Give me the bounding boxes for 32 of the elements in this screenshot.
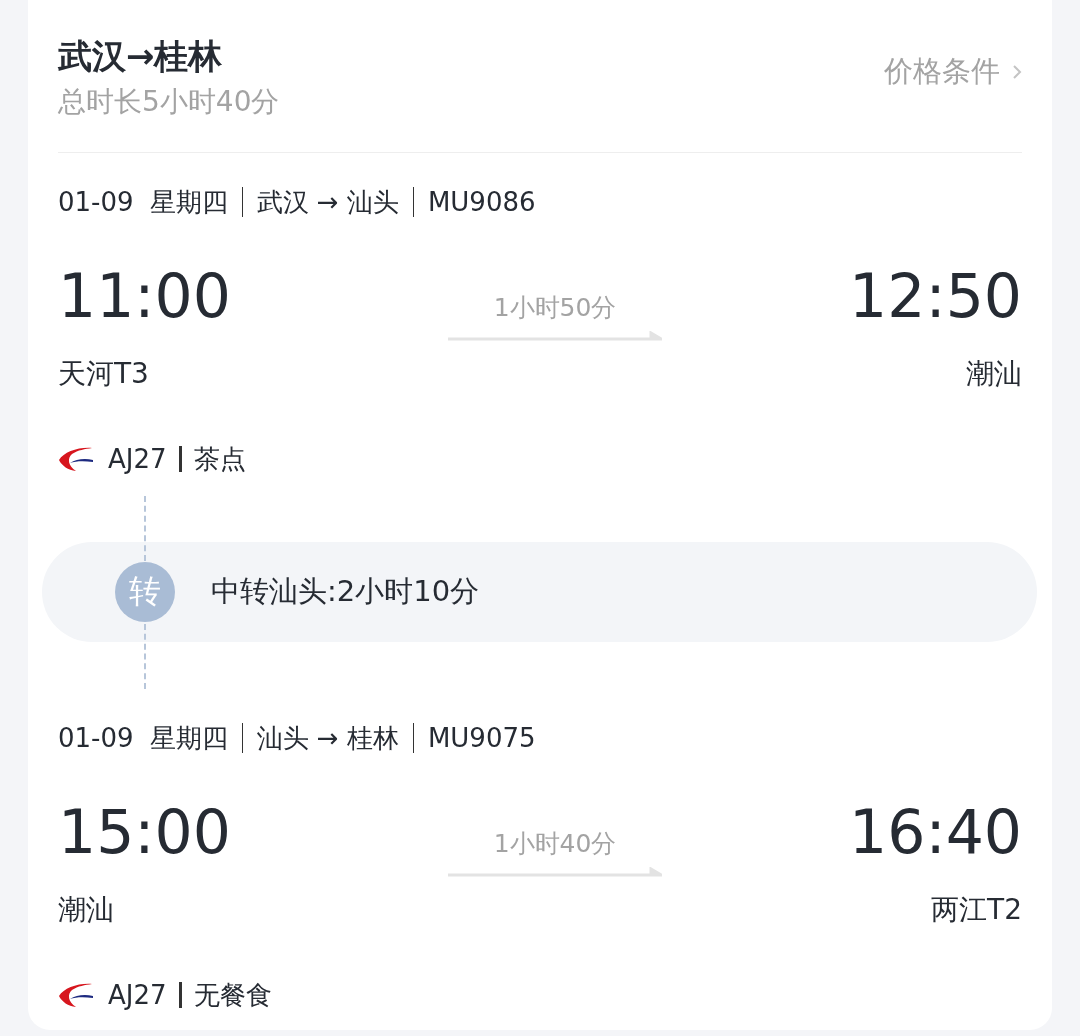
flight-date: 01-09 <box>58 722 134 755</box>
meal-info: 无餐食 <box>193 979 272 1012</box>
arrival-time: 16:40 <box>849 796 1022 869</box>
weekday: 星期四 <box>149 186 228 219</box>
flight-duration: 1小时50分 <box>493 292 617 324</box>
chevron-right-icon <box>1012 63 1022 81</box>
departure-time: 11:00 <box>58 260 231 333</box>
arrow-icon <box>448 867 662 877</box>
flight-number: MU9075 <box>427 722 536 755</box>
transfer-badge: 转 <box>115 562 175 622</box>
departure-airport: 天河T3 <box>58 356 149 392</box>
flight-route: 汕头 → 桂林 <box>256 722 399 755</box>
arrival-time: 12:50 <box>849 260 1022 333</box>
flight-duration: 1小时40分 <box>493 828 617 860</box>
price-conditions-link[interactable]: 价格条件 <box>884 52 1022 92</box>
aircraft-type: AJ27 <box>108 443 167 476</box>
departure-time: 15:00 <box>58 796 231 869</box>
flight-number: MU9086 <box>427 186 536 219</box>
arrival-airport: 两江T2 <box>931 892 1022 928</box>
airline-logo-icon <box>58 982 94 1008</box>
airline-logo-icon <box>58 446 94 472</box>
arrival-airport: 潮汕 <box>966 356 1022 392</box>
flight-route: 武汉 → 汕头 <box>256 186 399 219</box>
transfer-info: 中转汕头:2小时10分 <box>211 573 480 610</box>
total-duration: 总时长5小时40分 <box>58 84 280 120</box>
route-title: 武汉→桂林 <box>58 35 224 78</box>
departure-airport: 潮汕 <box>58 892 114 928</box>
flight-date: 01-09 <box>58 186 134 219</box>
weekday: 星期四 <box>149 722 228 755</box>
aircraft-type: AJ27 <box>108 979 167 1012</box>
meal-info: 茶点 <box>193 443 246 476</box>
arrow-icon <box>448 331 662 341</box>
